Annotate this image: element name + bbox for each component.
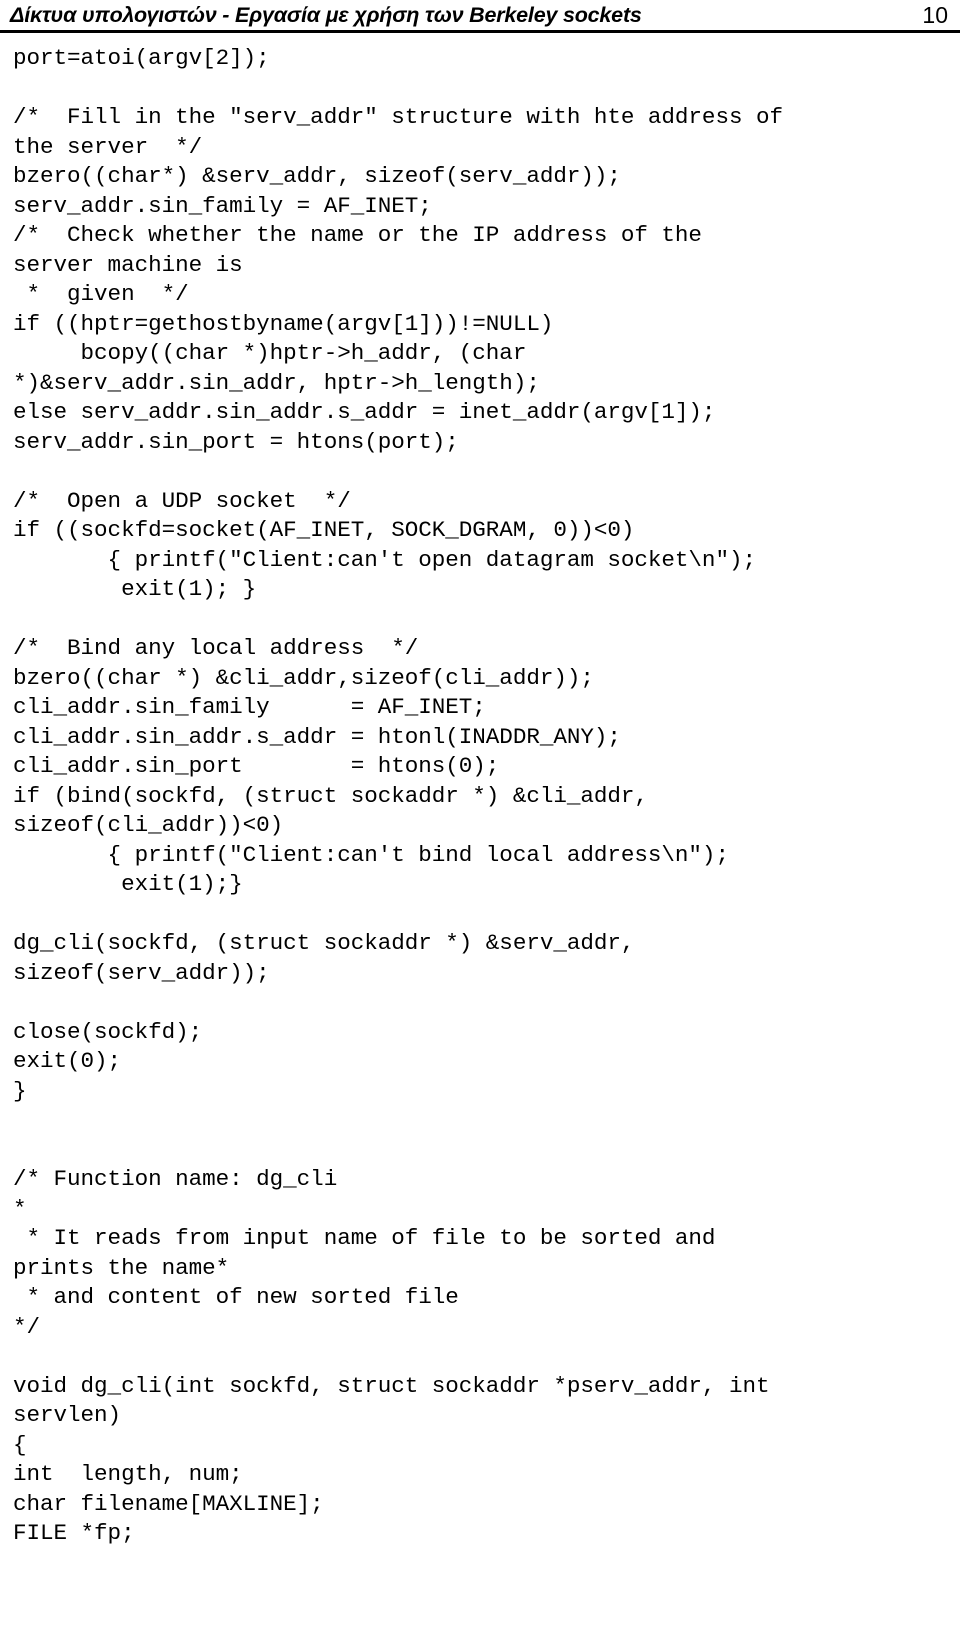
code-line: bzero((char *) &cli_addr,sizeof(cli_addr… <box>13 664 594 691</box>
code-line: cli_addr.sin_addr.s_addr = htonl(INADDR_… <box>13 723 621 750</box>
code-line: * given */ <box>13 281 189 307</box>
code-line: bzero((char*) &serv_addr, sizeof(serv_ad… <box>13 163 621 189</box>
code-line: sizeof(cli_addr))<0) <box>13 812 284 838</box>
code-line: cli_addr.sin_port = htons(0); <box>13 753 500 779</box>
code-line: serv_addr.sin_port = htons(port); <box>13 428 459 455</box>
code-line: bcopy((char *)hptr->h_addr, (char <box>13 340 527 366</box>
code-line: sizeof(serv_addr)); <box>13 959 270 986</box>
code-line: if ((sockfd=socket(AF_INET, SOCK_DGRAM, … <box>13 517 635 543</box>
code-line: /* Check whether the name or the IP addr… <box>13 222 702 248</box>
code-line: /* Bind any local address */ <box>13 635 419 661</box>
document-page: Δίκτυα υπολογιστών - Εργασία με χρήση τω… <box>0 0 960 1632</box>
code-line: { printf("Client:can't bind local addres… <box>13 841 729 868</box>
code-line: servlen) <box>13 1402 122 1428</box>
code-line: } <box>13 1077 27 1104</box>
code-line: FILE *fp; <box>13 1520 135 1546</box>
code-line: exit(1);} <box>13 871 243 897</box>
code-listing: port=atoi(argv[2]); /* Fill in the "serv_… <box>0 44 960 1549</box>
code-line: /* Fill in the "serv_addr" structure wit… <box>13 104 783 130</box>
code-line: { printf("Client:can't open datagram soc… <box>13 546 756 573</box>
code-line: port=atoi(argv[2]); <box>13 45 270 71</box>
code-line: * It reads from input name of file to be… <box>13 1225 716 1251</box>
page-number: 10 <box>922 2 948 28</box>
code-line: else serv_addr.sin_addr.s_addr = inet_ad… <box>13 399 716 425</box>
code-line: char filename[MAXLINE]; <box>13 1490 324 1517</box>
code-line: { <box>13 1431 27 1458</box>
code-line: void dg_cli(int sockfd, struct sockaddr … <box>13 1372 770 1399</box>
code-line: *)&serv_addr.sin_addr, hptr->h_length); <box>13 369 540 396</box>
code-line: /* Function name: dg_cli <box>13 1166 338 1192</box>
code-line: prints the name* <box>13 1254 230 1281</box>
page-running-header: Δίκτυα υπολογιστών - Εργασία με χρήση τω… <box>0 0 960 34</box>
code-line: if ((hptr=gethostbyname(argv[1]))!=NULL) <box>13 310 554 337</box>
code-line: close(sockfd); <box>13 1018 203 1045</box>
code-line: cli_addr.sin_family = AF_INET; <box>13 694 486 720</box>
code-line: dg_cli(sockfd, (struct sockaddr *) &serv… <box>13 930 635 956</box>
code-line: if (bind(sockfd, (struct sockaddr *) &cl… <box>13 782 648 809</box>
header-divider-rule <box>0 30 960 33</box>
code-line: serv_addr.sin_family = AF_INET; <box>13 192 432 219</box>
code-line: server machine is <box>13 251 243 278</box>
header-title: Δίκτυα υπολογιστών - Εργασία με χρήση τω… <box>10 3 642 27</box>
code-line: * and content of new sorted file <box>13 1284 459 1310</box>
code-line: exit(1); } <box>13 576 257 602</box>
code-line: int length, num; <box>13 1461 243 1487</box>
code-line: the server */ <box>13 133 203 160</box>
code-line: * <box>13 1195 27 1222</box>
code-line: /* Open a UDP socket */ <box>13 487 351 514</box>
code-line: exit(0); <box>13 1048 122 1074</box>
code-line: */ <box>13 1313 41 1340</box>
